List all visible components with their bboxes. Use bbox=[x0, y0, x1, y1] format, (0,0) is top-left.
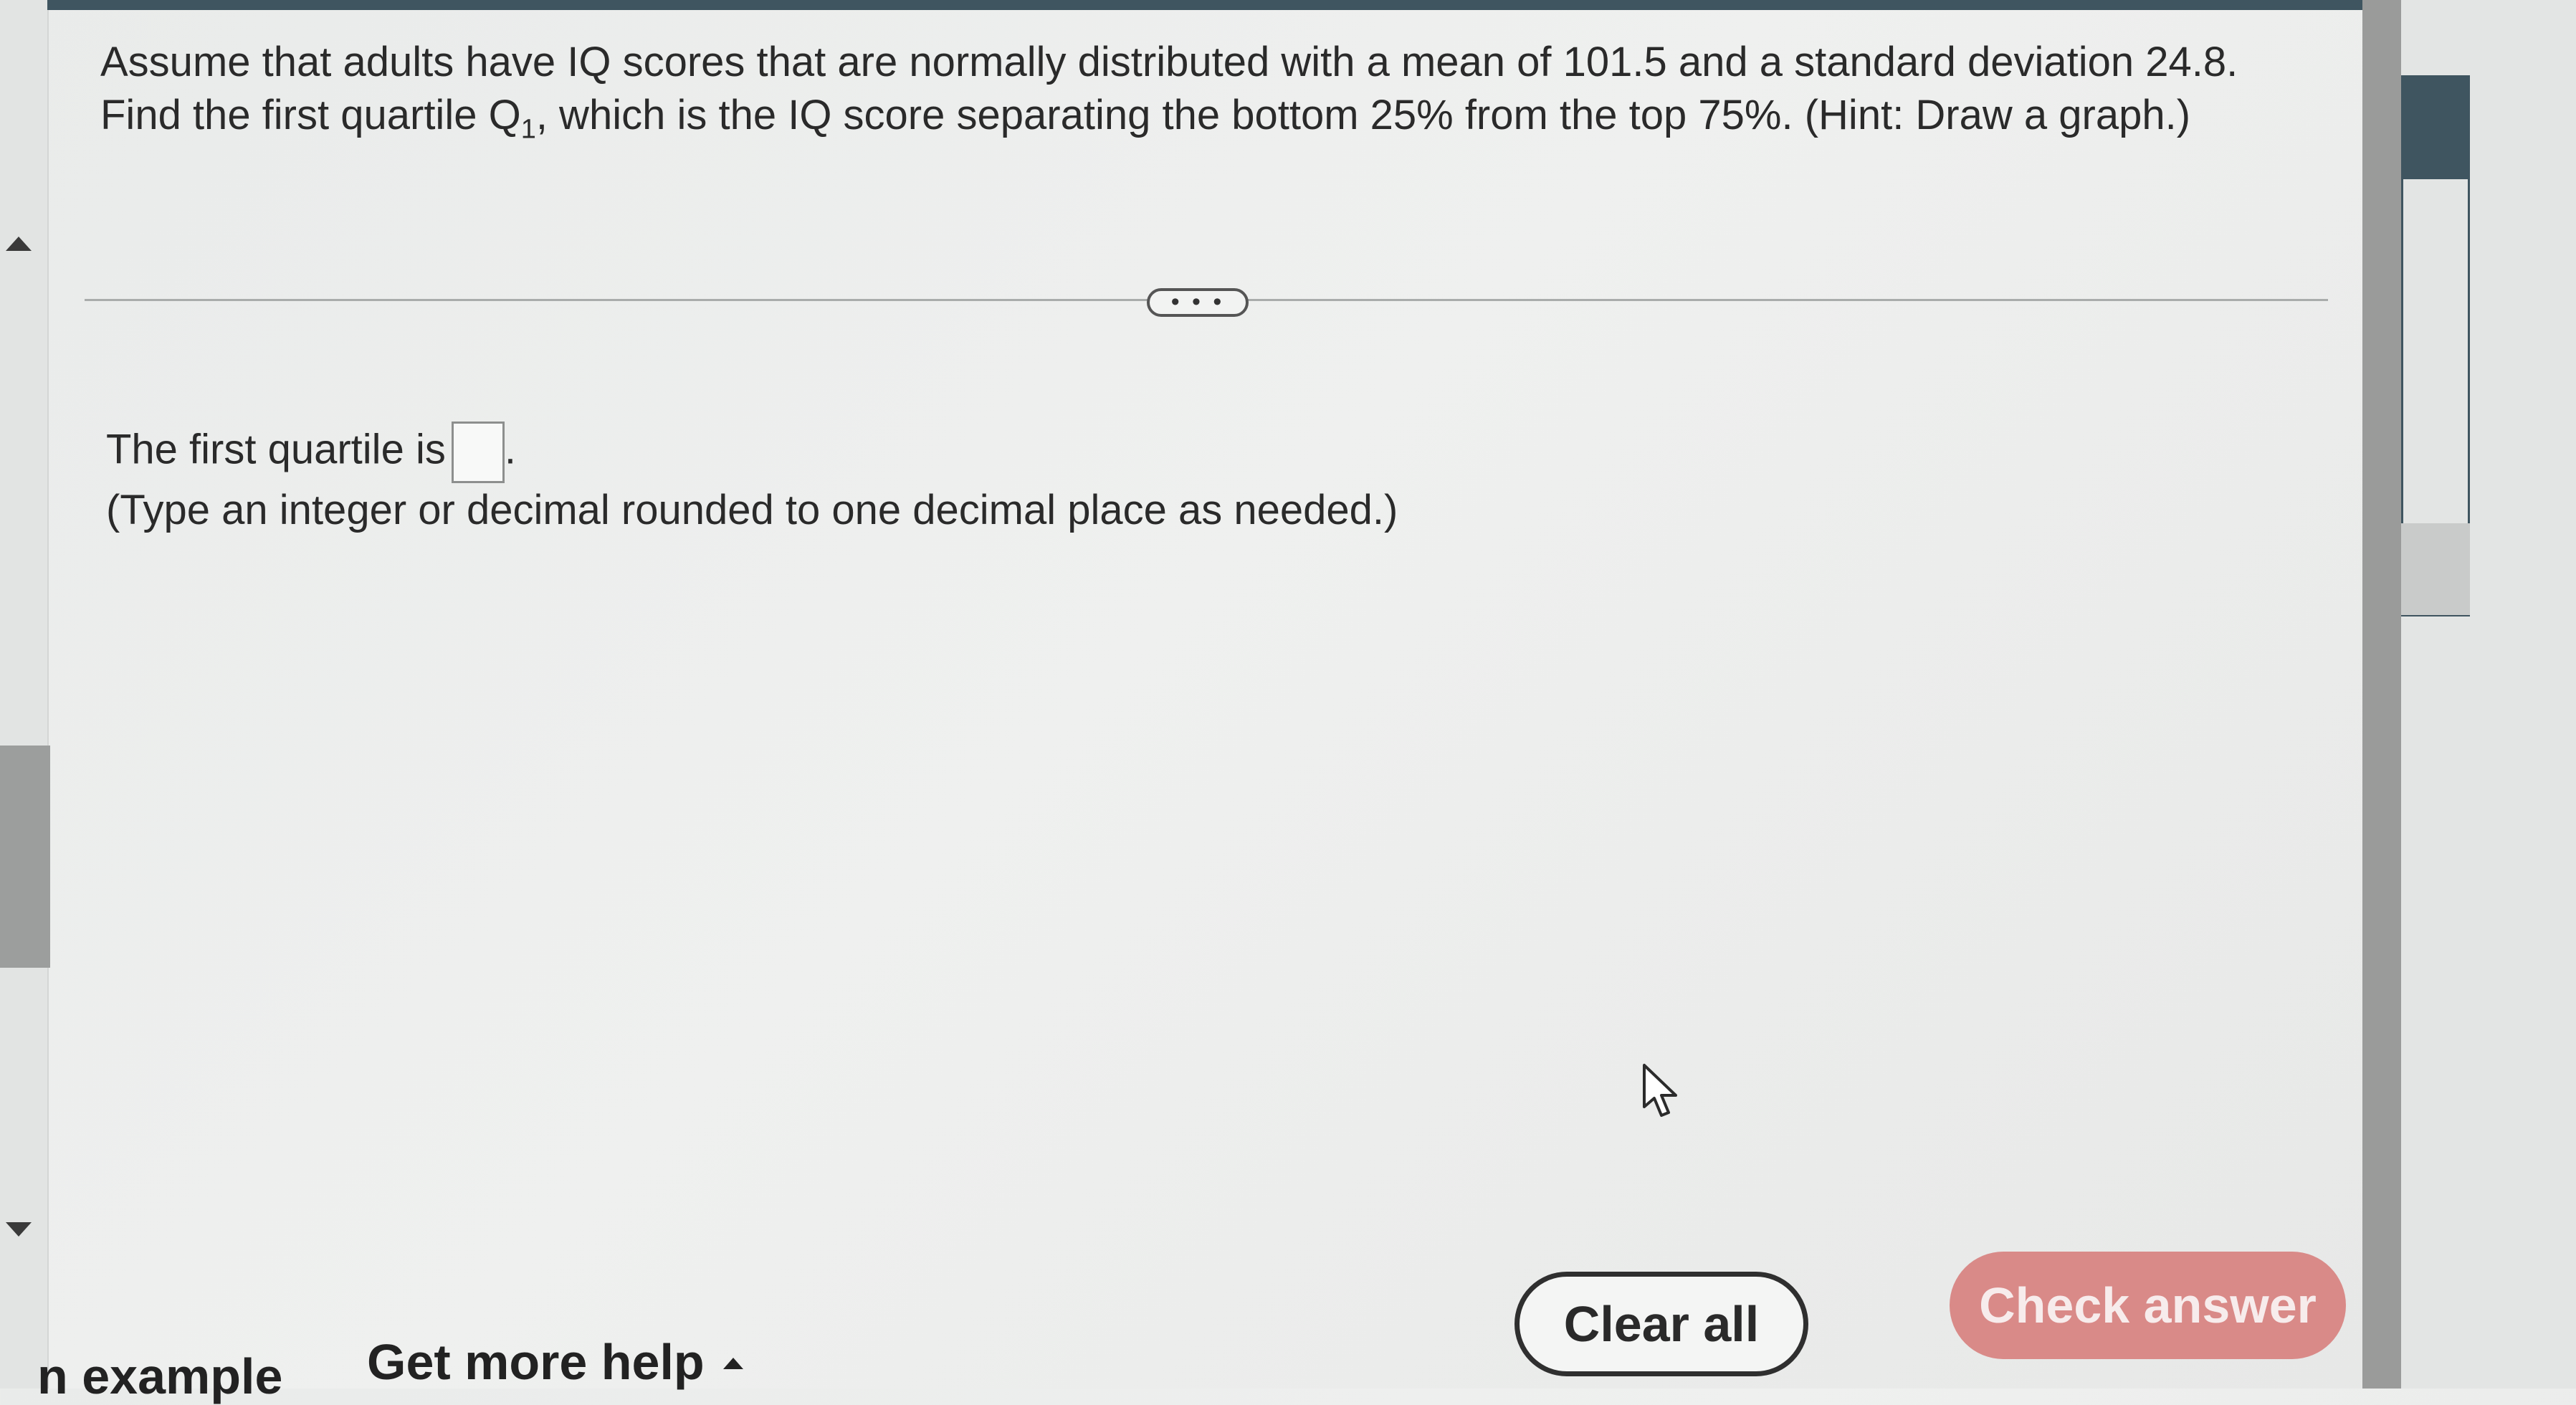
answer-row: The first quartile is. bbox=[106, 422, 516, 483]
first-quartile-input[interactable] bbox=[451, 422, 505, 483]
quartile-subscript: 1 bbox=[520, 114, 536, 145]
clear-all-button[interactable]: Clear all bbox=[1514, 1272, 1808, 1376]
right-scrollbar[interactable] bbox=[2362, 0, 2401, 1389]
left-scroll-rail[interactable] bbox=[0, 0, 49, 1389]
scroll-down-arrow-icon[interactable] bbox=[6, 1222, 32, 1237]
expand-more-button[interactable]: • • • bbox=[1147, 288, 1249, 317]
question-line-2: Find the first quartile Q1, which is the… bbox=[100, 89, 2238, 156]
answer-format-hint: (Type an integer or decimal rounded to o… bbox=[106, 487, 1398, 533]
get-more-help-label: Get more help bbox=[367, 1334, 705, 1390]
side-panel-header bbox=[2401, 75, 2470, 179]
question-text: Assume that adults have IQ scores that a… bbox=[100, 36, 2238, 156]
left-scrollbar-thumb[interactable] bbox=[0, 746, 50, 968]
caret-up-icon bbox=[722, 1357, 743, 1369]
get-more-help-button[interactable]: Get more help bbox=[367, 1333, 743, 1391]
header-bar bbox=[47, 0, 2362, 10]
question-line-2-prefix: Find the first quartile Q bbox=[100, 92, 521, 138]
answer-prefix-label: The first quartile is bbox=[106, 426, 446, 473]
question-line-1: Assume that adults have IQ scores that a… bbox=[100, 39, 2238, 85]
question-line-2-suffix: , which is the IQ score separating the b… bbox=[535, 92, 2191, 138]
answer-suffix: . bbox=[504, 426, 516, 473]
mouse-pointer-icon bbox=[1643, 1064, 1677, 1117]
check-answer-button[interactable]: Check answer bbox=[1950, 1252, 2346, 1359]
example-tab[interactable]: n example bbox=[37, 1348, 282, 1405]
side-panel-tab[interactable] bbox=[2401, 523, 2470, 615]
scroll-up-arrow-icon[interactable] bbox=[6, 237, 32, 251]
question-panel: Assume that adults have IQ scores that a… bbox=[37, 10, 2362, 1404]
